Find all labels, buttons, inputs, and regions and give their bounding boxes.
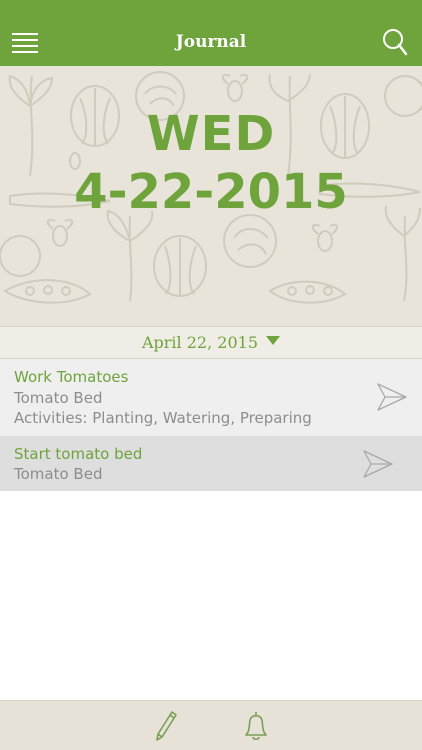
entry-bed: Tomato Bed	[14, 389, 103, 407]
bell-icon	[245, 712, 267, 741]
entry-bed: Tomato Bed	[14, 465, 103, 483]
date-selector[interactable]: April 22, 2015	[0, 326, 422, 359]
search-button[interactable]	[382, 28, 408, 56]
page-title: Journal	[175, 32, 247, 52]
reminders-button[interactable]	[243, 710, 269, 742]
search-icon	[383, 29, 408, 56]
hero-date: 4-22-2015	[74, 164, 348, 220]
entry-title: Start tomato bed	[14, 445, 143, 463]
day-of-week: WED	[146, 106, 276, 162]
dropdown-triangle-icon	[266, 336, 280, 345]
new-entry-button[interactable]	[154, 710, 178, 742]
send-arrow-icon	[377, 383, 407, 411]
journal-entry[interactable]: Work Tomatoes Tomato Bed Activities: Pla…	[0, 359, 422, 436]
bottom-toolbar	[0, 700, 422, 750]
send-arrow-icon	[363, 450, 393, 478]
entry-title: Work Tomatoes	[14, 368, 129, 386]
journal-entry[interactable]: Start tomato bed Tomato Bed	[0, 436, 422, 491]
date-hero: WED 4-22-2015	[0, 66, 422, 326]
entry-activities: Activities: Planting, Watering, Preparin…	[14, 409, 312, 427]
top-bar: Journal	[0, 0, 422, 66]
date-selector-label: April 22, 2015	[141, 333, 258, 352]
pencil-icon	[156, 711, 177, 741]
